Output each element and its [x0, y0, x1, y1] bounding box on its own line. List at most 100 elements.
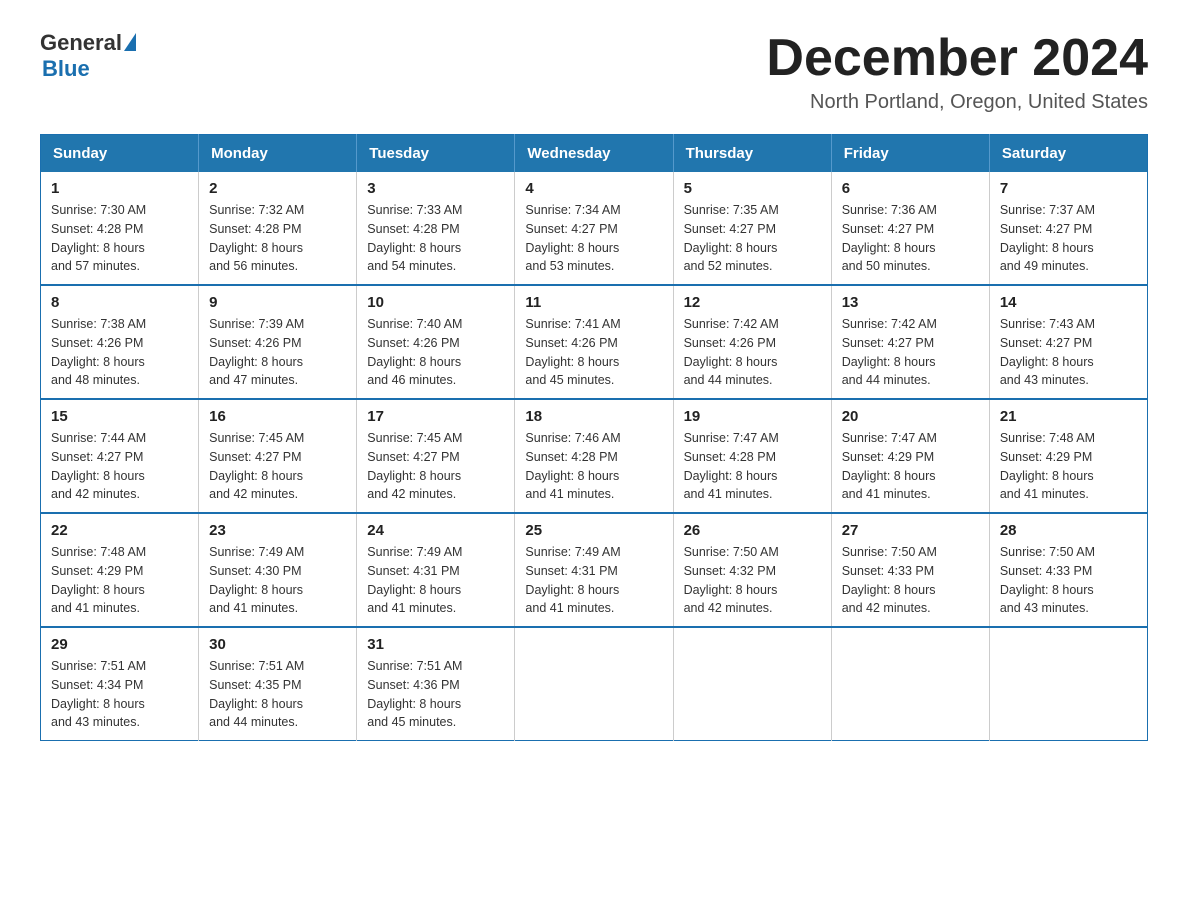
day-number: 30	[209, 636, 346, 653]
day-info: Sunrise: 7:47 AMSunset: 4:29 PMDaylight:…	[842, 429, 979, 504]
calendar-cell	[515, 627, 673, 741]
logo-triangle-icon	[124, 33, 136, 51]
day-number: 27	[842, 522, 979, 539]
calendar-day-header: Tuesday	[357, 135, 515, 173]
day-info: Sunrise: 7:33 AMSunset: 4:28 PMDaylight:…	[367, 201, 504, 276]
calendar-day-header: Wednesday	[515, 135, 673, 173]
calendar-cell: 23 Sunrise: 7:49 AMSunset: 4:30 PMDayligh…	[199, 513, 357, 627]
calendar-table: SundayMondayTuesdayWednesdayThursdayFrid…	[40, 134, 1148, 741]
calendar-cell: 2 Sunrise: 7:32 AMSunset: 4:28 PMDaylight…	[199, 172, 357, 285]
day-number: 8	[51, 294, 188, 311]
day-number: 4	[525, 180, 662, 197]
day-number: 3	[367, 180, 504, 197]
day-number: 25	[525, 522, 662, 539]
logo: General Blue	[40, 30, 136, 82]
day-number: 23	[209, 522, 346, 539]
day-info: Sunrise: 7:41 AMSunset: 4:26 PMDaylight:…	[525, 315, 662, 390]
page-subtitle: North Portland, Oregon, United States	[766, 91, 1148, 114]
day-info: Sunrise: 7:49 AMSunset: 4:31 PMDaylight:…	[525, 543, 662, 618]
calendar-cell: 7Sunrise: 7:37 AMSunset: 4:27 PMDaylight…	[989, 172, 1147, 285]
calendar-cell: 5Sunrise: 7:35 AMSunset: 4:27 PMDaylight…	[673, 172, 831, 285]
day-number: 6	[842, 180, 979, 197]
day-info: Sunrise: 7:44 AMSunset: 4:27 PMDaylight:…	[51, 429, 188, 504]
day-info: Sunrise: 7:32 AMSunset: 4:28 PMDaylight:…	[209, 201, 346, 276]
day-info: Sunrise: 7:40 AMSunset: 4:26 PMDaylight:…	[367, 315, 504, 390]
day-number: 28	[1000, 522, 1137, 539]
calendar-cell: 29 Sunrise: 7:51 AMSunset: 4:34 PMDayligh…	[41, 627, 199, 741]
calendar-cell	[831, 627, 989, 741]
calendar-cell: 11 Sunrise: 7:41 AMSunset: 4:26 PMDayligh…	[515, 285, 673, 399]
calendar-week-row: 15 Sunrise: 7:44 AMSunset: 4:27 PMDayligh…	[41, 399, 1148, 513]
calendar-cell: 24 Sunrise: 7:49 AMSunset: 4:31 PMDayligh…	[357, 513, 515, 627]
calendar-cell: 15 Sunrise: 7:44 AMSunset: 4:27 PMDayligh…	[41, 399, 199, 513]
calendar-day-header: Saturday	[989, 135, 1147, 173]
calendar-cell: 27 Sunrise: 7:50 AMSunset: 4:33 PMDayligh…	[831, 513, 989, 627]
calendar-cell: 21Sunrise: 7:48 AMSunset: 4:29 PMDayligh…	[989, 399, 1147, 513]
day-info: Sunrise: 7:50 AMSunset: 4:32 PMDaylight:…	[684, 543, 821, 618]
calendar-week-row: 8 Sunrise: 7:38 AMSunset: 4:26 PMDaylight…	[41, 285, 1148, 399]
calendar-cell: 8 Sunrise: 7:38 AMSunset: 4:26 PMDaylight…	[41, 285, 199, 399]
day-number: 1	[51, 180, 188, 197]
day-info: Sunrise: 7:47 AMSunset: 4:28 PMDaylight:…	[684, 429, 821, 504]
day-info: Sunrise: 7:50 AMSunset: 4:33 PMDaylight:…	[842, 543, 979, 618]
day-number: 16	[209, 408, 346, 425]
calendar-cell: 20 Sunrise: 7:47 AMSunset: 4:29 PMDayligh…	[831, 399, 989, 513]
day-info: Sunrise: 7:38 AMSunset: 4:26 PMDaylight:…	[51, 315, 188, 390]
calendar-cell	[673, 627, 831, 741]
day-number: 13	[842, 294, 979, 311]
calendar-cell: 17Sunrise: 7:45 AMSunset: 4:27 PMDayligh…	[357, 399, 515, 513]
day-info: Sunrise: 7:51 AMSunset: 4:34 PMDaylight:…	[51, 657, 188, 732]
calendar-cell: 26 Sunrise: 7:50 AMSunset: 4:32 PMDayligh…	[673, 513, 831, 627]
calendar-day-header: Friday	[831, 135, 989, 173]
day-info: Sunrise: 7:48 AMSunset: 4:29 PMDaylight:…	[51, 543, 188, 618]
day-number: 24	[367, 522, 504, 539]
calendar-cell: 14Sunrise: 7:43 AMSunset: 4:27 PMDayligh…	[989, 285, 1147, 399]
day-info: Sunrise: 7:39 AMSunset: 4:26 PMDaylight:…	[209, 315, 346, 390]
calendar-day-header: Sunday	[41, 135, 199, 173]
calendar-cell: 12Sunrise: 7:42 AMSunset: 4:26 PMDayligh…	[673, 285, 831, 399]
day-info: Sunrise: 7:43 AMSunset: 4:27 PMDaylight:…	[1000, 315, 1137, 390]
day-info: Sunrise: 7:49 AMSunset: 4:30 PMDaylight:…	[209, 543, 346, 618]
day-info: Sunrise: 7:36 AMSunset: 4:27 PMDaylight:…	[842, 201, 979, 276]
calendar-cell: 9Sunrise: 7:39 AMSunset: 4:26 PMDaylight…	[199, 285, 357, 399]
day-info: Sunrise: 7:45 AMSunset: 4:27 PMDaylight:…	[209, 429, 346, 504]
day-number: 26	[684, 522, 821, 539]
calendar-day-header: Monday	[199, 135, 357, 173]
day-number: 31	[367, 636, 504, 653]
day-info: Sunrise: 7:48 AMSunset: 4:29 PMDaylight:…	[1000, 429, 1137, 504]
calendar-header-row: SundayMondayTuesdayWednesdayThursdayFrid…	[41, 135, 1148, 173]
calendar-cell: 22Sunrise: 7:48 AMSunset: 4:29 PMDayligh…	[41, 513, 199, 627]
day-info: Sunrise: 7:35 AMSunset: 4:27 PMDaylight:…	[684, 201, 821, 276]
day-number: 29	[51, 636, 188, 653]
calendar-week-row: 29 Sunrise: 7:51 AMSunset: 4:34 PMDayligh…	[41, 627, 1148, 741]
day-number: 7	[1000, 180, 1137, 197]
calendar-cell: 28 Sunrise: 7:50 AMSunset: 4:33 PMDayligh…	[989, 513, 1147, 627]
day-number: 17	[367, 408, 504, 425]
day-number: 19	[684, 408, 821, 425]
calendar-cell: 18Sunrise: 7:46 AMSunset: 4:28 PMDayligh…	[515, 399, 673, 513]
day-info: Sunrise: 7:50 AMSunset: 4:33 PMDaylight:…	[1000, 543, 1137, 618]
calendar-cell: 3 Sunrise: 7:33 AMSunset: 4:28 PMDaylight…	[357, 172, 515, 285]
page-header: General Blue December 2024 North Portlan…	[40, 30, 1148, 114]
day-info: Sunrise: 7:34 AMSunset: 4:27 PMDaylight:…	[525, 201, 662, 276]
day-number: 10	[367, 294, 504, 311]
calendar-day-header: Thursday	[673, 135, 831, 173]
day-number: 18	[525, 408, 662, 425]
day-number: 2	[209, 180, 346, 197]
day-number: 15	[51, 408, 188, 425]
day-info: Sunrise: 7:51 AMSunset: 4:35 PMDaylight:…	[209, 657, 346, 732]
day-info: Sunrise: 7:30 AMSunset: 4:28 PMDaylight:…	[51, 201, 188, 276]
calendar-cell: 1 Sunrise: 7:30 AMSunset: 4:28 PMDaylight…	[41, 172, 199, 285]
calendar-cell: 13Sunrise: 7:42 AMSunset: 4:27 PMDayligh…	[831, 285, 989, 399]
day-info: Sunrise: 7:51 AMSunset: 4:36 PMDaylight:…	[367, 657, 504, 732]
calendar-week-row: 22Sunrise: 7:48 AMSunset: 4:29 PMDayligh…	[41, 513, 1148, 627]
calendar-cell: 16 Sunrise: 7:45 AMSunset: 4:27 PMDayligh…	[199, 399, 357, 513]
title-block: December 2024 North Portland, Oregon, Un…	[766, 30, 1148, 114]
calendar-cell	[989, 627, 1147, 741]
logo-general: General	[40, 30, 122, 56]
calendar-cell: 31 Sunrise: 7:51 AMSunset: 4:36 PMDayligh…	[357, 627, 515, 741]
day-number: 20	[842, 408, 979, 425]
day-info: Sunrise: 7:42 AMSunset: 4:26 PMDaylight:…	[684, 315, 821, 390]
day-info: Sunrise: 7:49 AMSunset: 4:31 PMDaylight:…	[367, 543, 504, 618]
day-number: 11	[525, 294, 662, 311]
